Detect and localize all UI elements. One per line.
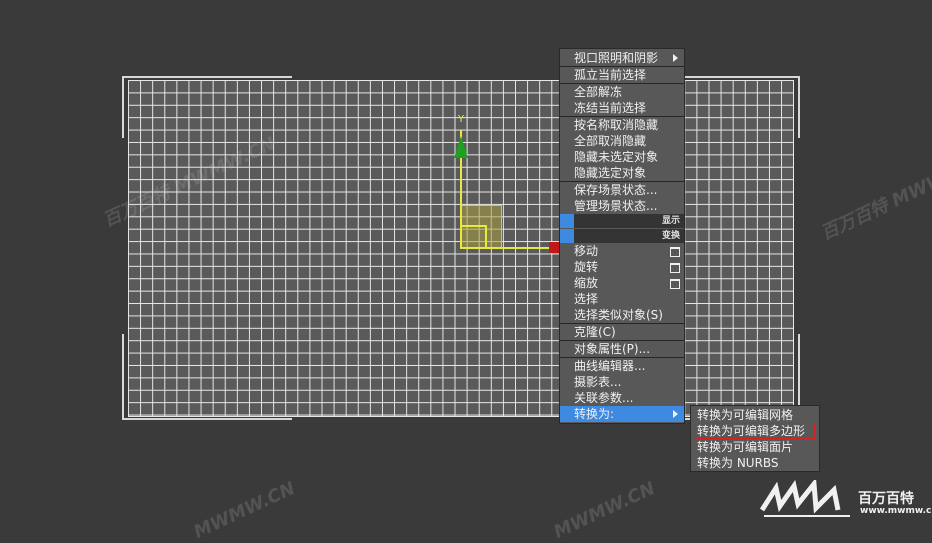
menu-item-wire-parameters[interactable]: 关联参数...: [560, 390, 684, 406]
menu-item-label: 摄影表...: [574, 375, 622, 389]
submenu-item-editable-mesh[interactable]: 转换为可编辑网格: [697, 407, 793, 423]
menu-item-freeze-selection[interactable]: 冻结当前选择: [560, 100, 684, 116]
options-box-icon[interactable]: [670, 279, 680, 289]
menu-item-unfreeze-all[interactable]: 全部解冻: [560, 84, 684, 100]
menu-item-convert-to[interactable]: 转换为:: [560, 406, 684, 422]
menu-item-viewport-lighting[interactable]: 视口照明和阴影: [560, 50, 684, 66]
logo-mark-icon: [759, 480, 850, 517]
convert-to-submenu: 转换为可编辑网格 转换为可编辑多边形 转换为可编辑面片 转换为 NURBS: [690, 405, 820, 472]
quad-header-display: 显示: [560, 214, 684, 228]
options-box-icon[interactable]: [670, 247, 680, 257]
menu-item-label: 对象属性(P)...: [574, 342, 651, 356]
menu-item-label: 曲线编辑器...: [574, 359, 646, 373]
menu-item-object-properties[interactable]: 对象属性(P)...: [560, 341, 684, 357]
gizmo-y-arrow-icon[interactable]: [454, 136, 468, 158]
submenu-item-editable-patch[interactable]: 转换为可编辑面片: [697, 439, 793, 455]
brand-logo: 百万百特 www.mwmw.cn: [758, 480, 932, 520]
menu-item-label: 关联参数...: [574, 391, 634, 405]
submenu-arrow-icon: [673, 54, 678, 62]
menu-item-unhide-by-name[interactable]: 按名称取消隐藏: [560, 117, 684, 133]
quad-color-tab: [560, 214, 574, 228]
quad-header-label: 变换: [661, 231, 680, 241]
menu-item-label: 转换为:: [574, 407, 615, 421]
menu-item-isolate-selection[interactable]: 孤立当前选择: [560, 67, 684, 83]
menu-item-scale[interactable]: 缩放: [560, 275, 684, 291]
watermark: MWMW.CN: [190, 477, 299, 543]
menu-item-label: 隐藏选定对象: [574, 166, 647, 180]
menu-item-dope-sheet[interactable]: 摄影表...: [560, 374, 684, 390]
submenu-arrow-icon: [673, 410, 678, 418]
menu-item-label: 克隆(C): [574, 325, 616, 339]
gizmo-plane-handle[interactable]: [460, 205, 502, 249]
submenu-item-editable-poly[interactable]: 转换为可编辑多边形: [695, 423, 815, 439]
quad-menu: 视口照明和阴影 孤立当前选择 全部解冻 冻结当前选择 按名称取消隐藏 全部取消隐…: [559, 48, 685, 424]
menu-item-label: 旋转: [574, 260, 599, 274]
menu-item-clone[interactable]: 克隆(C): [560, 324, 684, 340]
menu-item-label: 全部取消隐藏: [574, 134, 647, 148]
quad-header-transform: 变换: [560, 229, 684, 243]
menu-item-curve-editor[interactable]: 曲线编辑器...: [560, 358, 684, 374]
menu-item-label: 隐藏未选定对象: [574, 150, 659, 164]
menu-item-label: 按名称取消隐藏: [574, 118, 659, 132]
logo-url-text: www.mwmw.cn: [860, 506, 932, 516]
menu-item-manage-scene-states[interactable]: 管理场景状态...: [560, 198, 684, 214]
gizmo-x-axis[interactable]: [460, 247, 552, 249]
menu-item-rotate[interactable]: 旋转: [560, 259, 684, 275]
menu-item-label: 缩放: [574, 276, 599, 290]
gizmo-plane-edge: [485, 225, 487, 247]
watermark: 百万百特 MWW: [817, 168, 932, 245]
menu-item-label: 孤立当前选择: [574, 68, 647, 82]
menu-item-label: 管理场景状态...: [574, 199, 658, 213]
menu-item-select[interactable]: 选择: [560, 291, 684, 307]
logo-brand-text: 百万百特: [858, 491, 914, 507]
menu-item-move[interactable]: 移动: [560, 243, 684, 259]
menu-item-label: 全部解冻: [574, 85, 623, 99]
submenu-item-nurbs[interactable]: 转换为 NURBS: [697, 455, 779, 471]
menu-item-label: 视口照明和阴影: [574, 51, 659, 65]
menu-item-label: 保存场景状态...: [574, 183, 658, 197]
menu-item-label: 选择类似对象(S): [574, 308, 663, 322]
menu-item-label: 移动: [574, 244, 599, 258]
quad-header-label: 显示: [661, 216, 680, 226]
menu-item-select-similar[interactable]: 选择类似对象(S): [560, 307, 684, 323]
menu-item-hide-selection[interactable]: 隐藏选定对象: [560, 165, 684, 181]
menu-item-label: 选择: [574, 292, 599, 306]
gizmo-y-label: Y: [458, 114, 465, 125]
gizmo-plane-edge: [460, 225, 486, 227]
menu-item-save-scene-state[interactable]: 保存场景状态...: [560, 182, 684, 198]
watermark: MWMW.CN: [550, 477, 659, 543]
menu-item-hide-unselected[interactable]: 隐藏未选定对象: [560, 149, 684, 165]
menu-item-label: 冻结当前选择: [574, 101, 647, 115]
options-box-icon[interactable]: [670, 263, 680, 273]
menu-item-unhide-all[interactable]: 全部取消隐藏: [560, 133, 684, 149]
quad-color-tab: [560, 229, 574, 243]
